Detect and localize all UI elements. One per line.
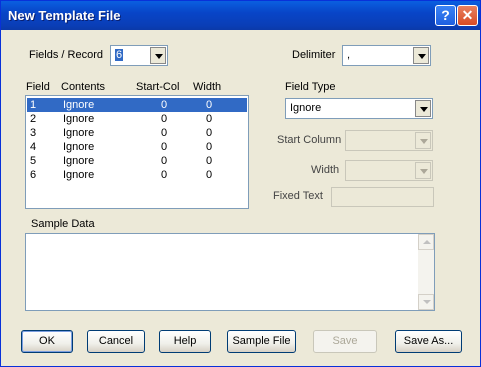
fields-per-record-label: Fields / Record <box>29 49 103 61</box>
title-bar[interactable]: New Template File ? ✕ <box>1 1 480 30</box>
sample-file-button[interactable]: Sample File <box>227 330 296 353</box>
start-column-select[interactable] <box>345 130 433 151</box>
field-row-6[interactable]: 6 Ignore 0 0 <box>27 168 247 182</box>
field-width: 0 <box>206 155 213 167</box>
sample-data-textarea[interactable] <box>25 233 435 311</box>
fixed-text-label: Fixed Text <box>273 190 323 202</box>
chevron-down-icon[interactable] <box>413 47 429 64</box>
save-button[interactable]: Save <box>313 330 377 353</box>
field-contents: Ignore <box>63 99 95 111</box>
chevron-down-icon[interactable] <box>150 47 166 64</box>
field-start-col: 0 <box>161 169 168 181</box>
field-type-value: Ignore <box>290 102 322 114</box>
chevron-down-icon[interactable] <box>415 100 431 117</box>
field-number: 5 <box>30 155 37 167</box>
field-start-col: 0 <box>161 141 168 153</box>
start-column-label: Start Column <box>277 134 342 146</box>
field-width: 0 <box>206 127 213 139</box>
width-label: Width <box>311 164 340 176</box>
scroll-up-icon[interactable] <box>418 234 434 250</box>
window-title: New Template File <box>8 8 121 23</box>
field-number: 2 <box>30 113 37 125</box>
delimiter-select[interactable]: , <box>342 45 431 66</box>
field-contents: Ignore <box>63 127 95 139</box>
chevron-down-icon <box>415 162 431 179</box>
fixed-text-field[interactable] <box>331 187 434 207</box>
field-type-select[interactable]: Ignore <box>285 98 433 119</box>
field-row-1[interactable]: 1 Ignore 0 0 <box>27 98 247 112</box>
fields-per-record-select[interactable]: 6 <box>110 45 168 66</box>
field-contents: Ignore <box>63 113 95 125</box>
field-row-3[interactable]: 3 Ignore 0 0 <box>27 126 247 140</box>
field-width: 0 <box>206 169 213 181</box>
field-width: 0 <box>206 141 213 153</box>
column-header-field: Field <box>26 81 50 93</box>
close-icon[interactable]: ✕ <box>457 5 478 26</box>
field-start-col: 0 <box>161 113 168 125</box>
help-button[interactable]: Help <box>159 330 211 353</box>
scroll-down-icon[interactable] <box>418 294 434 310</box>
field-contents: Ignore <box>63 141 95 153</box>
chevron-down-icon <box>415 132 431 149</box>
field-width: 0 <box>206 99 213 111</box>
save-as-button[interactable]: Save As... <box>395 330 462 353</box>
field-contents: Ignore <box>63 169 95 181</box>
field-row-2[interactable]: 2 Ignore 0 0 <box>27 112 247 126</box>
cancel-button[interactable]: Cancel <box>87 330 145 353</box>
field-number: 1 <box>30 99 37 111</box>
column-header-contents: Contents <box>61 81 106 93</box>
vertical-scrollbar[interactable] <box>418 234 434 310</box>
field-start-col: 0 <box>161 99 168 111</box>
field-contents: Ignore <box>63 155 95 167</box>
field-number: 6 <box>30 169 37 181</box>
field-start-col: 0 <box>161 155 168 167</box>
column-header-width: Width <box>193 81 222 93</box>
fields-per-record-value: 6 <box>115 49 124 61</box>
delimiter-label: Delimiter <box>292 49 336 61</box>
sample-data-label: Sample Data <box>31 218 95 230</box>
field-width: 0 <box>206 113 213 125</box>
field-list[interactable]: 1 Ignore 0 0 2 Ignore 0 0 3 Ignore 0 0 4… <box>25 95 249 209</box>
delimiter-value: , <box>347 49 351 61</box>
field-row-5[interactable]: 5 Ignore 0 0 <box>27 154 247 168</box>
field-start-col: 0 <box>161 127 168 139</box>
field-row-4[interactable]: 4 Ignore 0 0 <box>27 140 247 154</box>
width-select[interactable] <box>345 160 433 181</box>
field-number: 4 <box>30 141 37 153</box>
ok-button[interactable]: OK <box>21 330 73 353</box>
column-header-start-col: Start-Col <box>136 81 180 93</box>
field-type-label: Field Type <box>285 81 336 93</box>
help-icon[interactable]: ? <box>435 5 456 26</box>
field-number: 3 <box>30 127 37 139</box>
new-template-file-dialog: New Template File ? ✕ Fields / Record 6 … <box>0 0 481 367</box>
